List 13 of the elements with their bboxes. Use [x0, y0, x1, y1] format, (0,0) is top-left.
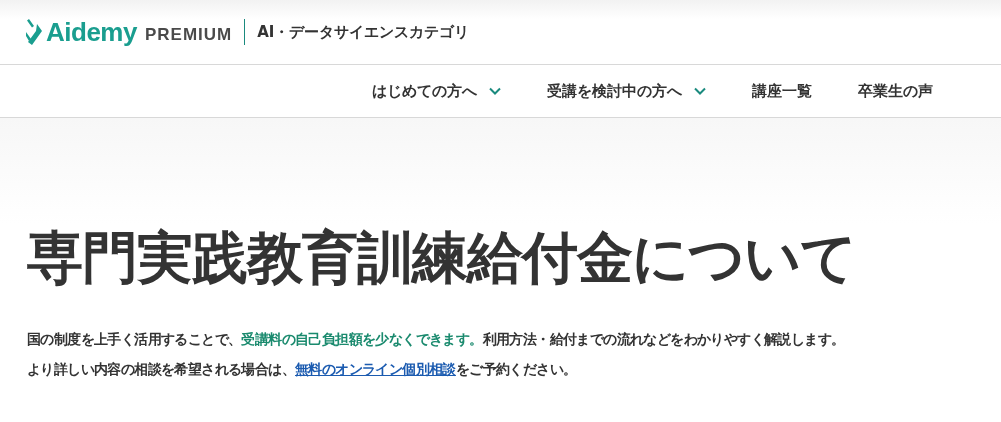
intro-text: より詳しい内容の相談を希望される場合は、無料のオンライン個別相談をご予約ください。 — [27, 360, 578, 379]
chevron-down-icon — [694, 87, 706, 95]
logo-mark-icon — [26, 19, 42, 45]
consultation-link[interactable]: 無料のオンライン個別相談 — [295, 361, 456, 377]
intro-text: 国の制度を上手く活用することで、受講料の自己負担額を少なくできます。利用方法・給付までの流れなどをわかりやすく解説します。 — [27, 330, 846, 349]
page-title: 専門実践教育訓練給付金について — [27, 224, 857, 292]
logo[interactable]: Aidemy PREMIUM — [26, 16, 233, 48]
nav-link[interactable]: 受講を検討中の方へ — [547, 81, 706, 101]
chevron-down-icon — [489, 87, 501, 95]
nav-link[interactable]: 講座一覧 — [752, 81, 812, 101]
category-label: AI・データサイエンスカテゴリ — [257, 22, 470, 42]
nav-link[interactable]: はじめての方へ — [372, 81, 501, 101]
nav-link[interactable]: 卒業生の声 — [858, 81, 933, 101]
